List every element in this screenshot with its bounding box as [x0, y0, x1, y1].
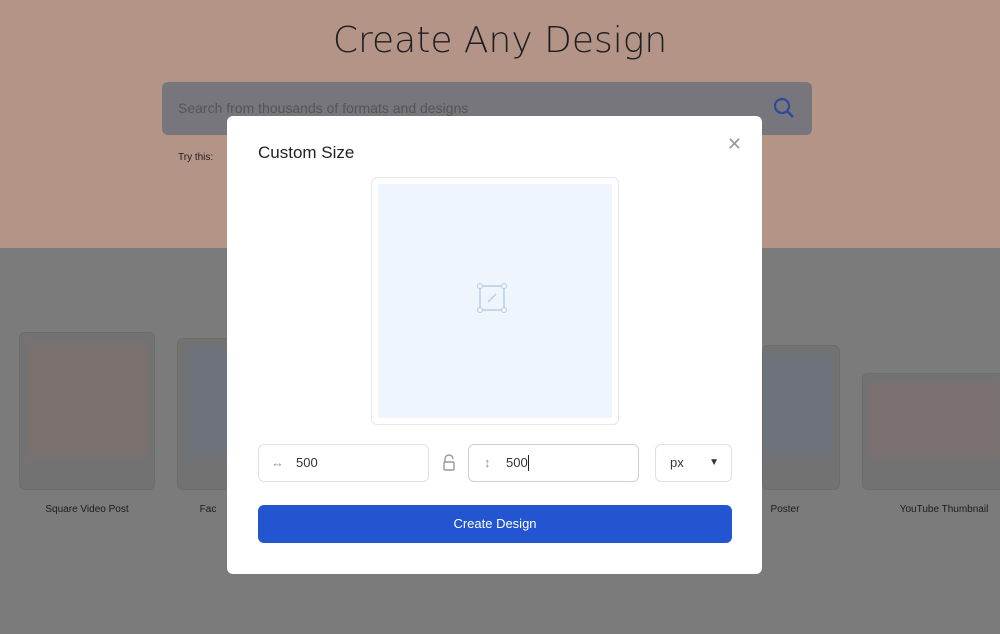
close-icon[interactable]: ✕	[727, 134, 742, 155]
unit-select[interactable]: px ▼	[655, 444, 732, 482]
unlock-icon[interactable]	[442, 454, 456, 472]
resize-icon	[477, 283, 507, 313]
create-design-button[interactable]: Create Design	[258, 505, 732, 543]
horizontal-arrows-icon: ↔	[271, 455, 284, 470]
card-youtube-thumbnail[interactable]	[862, 373, 1000, 490]
card-square-video-post[interactable]	[19, 332, 155, 490]
size-preview	[371, 177, 619, 425]
custom-size-modal: Custom Size ✕ ↔ 500 ↕ 500 px ▼ Create De…	[227, 116, 762, 574]
height-input[interactable]: ↕ 500	[468, 444, 639, 482]
search-icon[interactable]	[772, 96, 796, 120]
search-placeholder: Search from thousands of formats and des…	[178, 100, 469, 116]
modal-title: Custom Size	[258, 143, 355, 162]
width-input[interactable]: ↔ 500	[258, 444, 429, 482]
card-label: Square Video Post	[45, 504, 129, 515]
vertical-arrows-icon: ↕	[484, 455, 491, 470]
card-label: YouTube Thumbnail	[899, 504, 989, 515]
card-poster[interactable]	[762, 345, 840, 490]
page-title: Create Any Design	[332, 20, 668, 61]
caret-down-icon: ▼	[709, 457, 719, 468]
try-this-label: Try this:	[178, 152, 214, 163]
